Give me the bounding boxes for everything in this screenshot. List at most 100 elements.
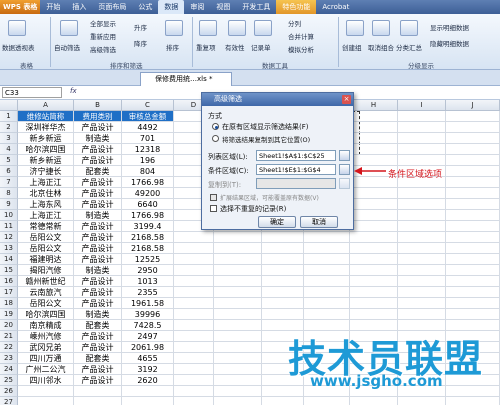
cell-B6[interactable]: 配套类	[74, 166, 122, 177]
cell-H8[interactable]	[350, 188, 398, 199]
cell-A22[interactable]: 武冈兄弟	[18, 342, 74, 353]
cell-D13[interactable]	[174, 243, 214, 254]
cell-I19[interactable]	[398, 309, 446, 320]
cell-F12[interactable]	[262, 232, 304, 243]
cell-C13[interactable]: 2168.58	[122, 243, 174, 254]
cell-E22[interactable]	[214, 342, 262, 353]
cell-H13[interactable]	[350, 243, 398, 254]
cell-D25[interactable]	[174, 375, 214, 386]
column-header-J[interactable]: J	[446, 100, 500, 111]
cell-A15[interactable]: 揭阳汽修	[18, 265, 74, 276]
cell-F13[interactable]	[262, 243, 304, 254]
cell-C18[interactable]: 1961.58	[122, 298, 174, 309]
cell-J3[interactable]	[446, 133, 500, 144]
cell-B4[interactable]: 产品设计	[74, 144, 122, 155]
menu-item-4[interactable]: 数据	[158, 0, 185, 14]
cell-C10[interactable]: 1766.98	[122, 210, 174, 221]
cell-B27[interactable]	[74, 397, 122, 405]
cell-E17[interactable]	[214, 287, 262, 298]
cell-J2[interactable]	[446, 122, 500, 133]
cell-G18[interactable]	[304, 298, 350, 309]
cell-A2[interactable]: 深圳祥华杰	[18, 122, 74, 133]
cell-C5[interactable]: 196	[122, 155, 174, 166]
row-header-10[interactable]: 10	[0, 210, 18, 221]
cell-B21[interactable]: 产品设计	[74, 331, 122, 342]
cell-B23[interactable]: 配套类	[74, 353, 122, 364]
cell-F18[interactable]	[262, 298, 304, 309]
cell-I9[interactable]	[398, 199, 446, 210]
menu-item-2[interactable]: 页面布局	[92, 0, 132, 14]
cell-C20[interactable]: 7428.5	[122, 320, 174, 331]
cell-C3[interactable]: 701	[122, 133, 174, 144]
cell-F15[interactable]	[262, 265, 304, 276]
cell-E15[interactable]	[214, 265, 262, 276]
cell-E18[interactable]	[214, 298, 262, 309]
ribbon-reapply[interactable]: 重新应用	[90, 31, 116, 41]
cell-I27[interactable]	[398, 397, 446, 405]
cell-B20[interactable]: 配套类	[74, 320, 122, 331]
ribbon-consolidate[interactable]: 合并计算	[288, 31, 314, 41]
ribbon-sort-asc[interactable]: 升序	[134, 22, 147, 32]
cell-I8[interactable]	[398, 188, 446, 199]
row-header-6[interactable]: 6	[0, 166, 18, 177]
cancel-button[interactable]: 取消	[300, 216, 338, 228]
cell-J16[interactable]	[446, 276, 500, 287]
cell-B16[interactable]: 产品设计	[74, 276, 122, 287]
name-box[interactable]: C33	[2, 87, 62, 98]
column-header-B[interactable]: B	[74, 100, 122, 111]
cell-B14[interactable]: 产品设计	[74, 254, 122, 265]
cell-I15[interactable]	[398, 265, 446, 276]
cell-A3[interactable]: 新乡新运	[18, 133, 74, 144]
cell-G14[interactable]	[304, 254, 350, 265]
ribbon-duplicates[interactable]: 重复项	[196, 42, 216, 52]
cell-A5[interactable]: 新乡新运	[18, 155, 74, 166]
row-header-21[interactable]: 21	[0, 331, 18, 342]
wps-logo-menu[interactable]: WPS 表格	[0, 0, 41, 14]
cell-D22[interactable]	[174, 342, 214, 353]
cell-E14[interactable]	[214, 254, 262, 265]
document-tab[interactable]: 保修费用统…xls *	[140, 72, 232, 86]
cell-B17[interactable]: 产品设计	[74, 287, 122, 298]
cell-F16[interactable]	[262, 276, 304, 287]
cell-C14[interactable]: 12525	[122, 254, 174, 265]
cell-D21[interactable]	[174, 331, 214, 342]
cell-A20[interactable]: 南京精成	[18, 320, 74, 331]
copy-to-input[interactable]	[256, 178, 336, 189]
cell-E16[interactable]	[214, 276, 262, 287]
cell-A27[interactable]	[18, 397, 74, 405]
cell-D26[interactable]	[174, 386, 214, 397]
row-header-22[interactable]: 22	[0, 342, 18, 353]
ribbon-sort-desc[interactable]: 降序	[134, 38, 147, 48]
cell-E13[interactable]	[214, 243, 262, 254]
cell-E24[interactable]	[214, 364, 262, 375]
cell-B9[interactable]: 产品设计	[74, 199, 122, 210]
cell-B12[interactable]: 产品设计	[74, 232, 122, 243]
duplicates-icon[interactable]	[199, 20, 217, 36]
cell-B15[interactable]: 制造类	[74, 265, 122, 276]
cell-I2[interactable]	[398, 122, 446, 133]
menu-item-0[interactable]: 开始	[40, 0, 66, 14]
cell-B2[interactable]: 产品设计	[74, 122, 122, 133]
cell-A11[interactable]: 常德常新	[18, 221, 74, 232]
sort-icon[interactable]	[165, 20, 183, 36]
cell-J5[interactable]	[446, 155, 500, 166]
range-picker-icon[interactable]	[339, 164, 350, 175]
cell-J17[interactable]	[446, 287, 500, 298]
cell-A17[interactable]: 云南旅汽	[18, 287, 74, 298]
cell-A21[interactable]: 嵊州汽修	[18, 331, 74, 342]
cell-G17[interactable]	[304, 287, 350, 298]
cell-G12[interactable]	[304, 232, 350, 243]
cell-D23[interactable]	[174, 353, 214, 364]
ok-button[interactable]: 确定	[258, 216, 296, 228]
cell-A16[interactable]: 赣州新世纪	[18, 276, 74, 287]
cell-H3[interactable]	[350, 133, 398, 144]
row-header-20[interactable]: 20	[0, 320, 18, 331]
ribbon-record-form[interactable]: 记录单	[251, 42, 271, 52]
cell-F27[interactable]	[262, 397, 304, 405]
cell-A24[interactable]: 广州二公汽	[18, 364, 74, 375]
cell-D12[interactable]	[174, 232, 214, 243]
cell-E20[interactable]	[214, 320, 262, 331]
cell-H11[interactable]	[350, 221, 398, 232]
row-header-24[interactable]: 24	[0, 364, 18, 375]
cell-H15[interactable]	[350, 265, 398, 276]
